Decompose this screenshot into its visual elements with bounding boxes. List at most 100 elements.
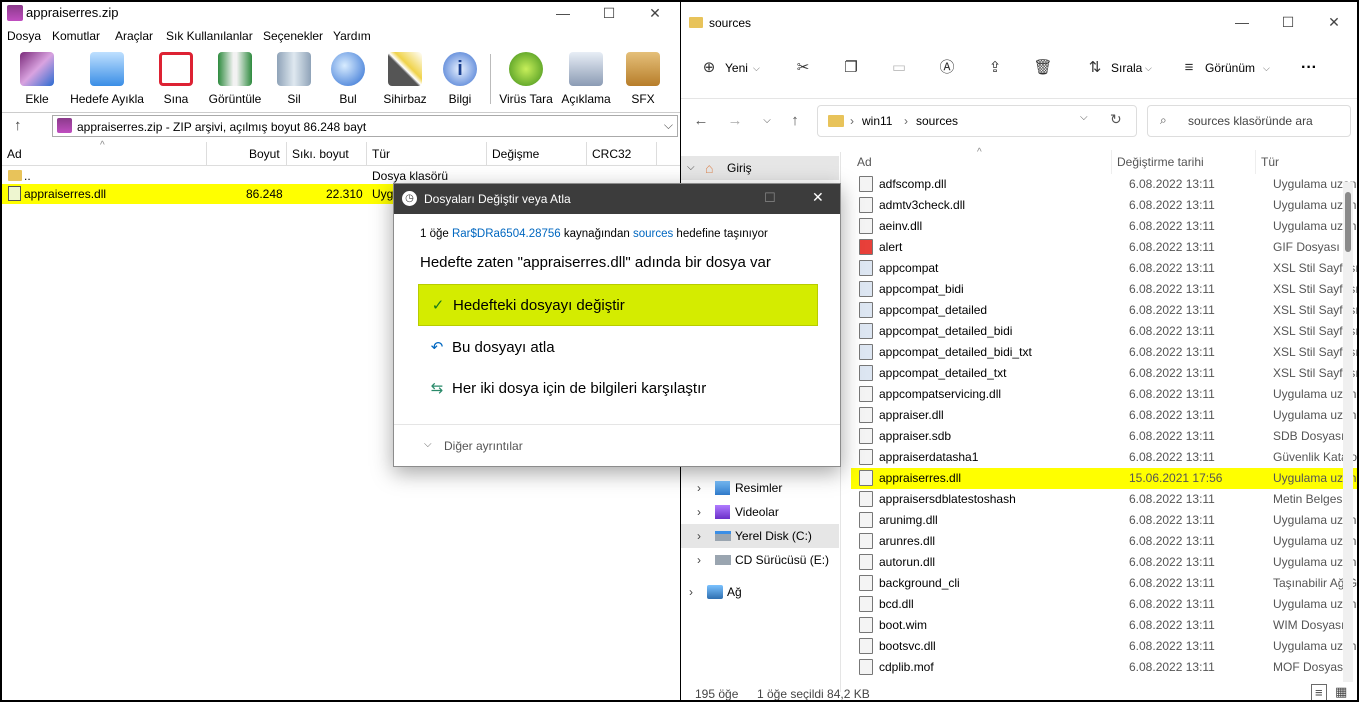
skip-option-button[interactable]: ↶ Bu dosyayı atla (418, 327, 818, 369)
more-details-toggle[interactable]: ⌵ Diğer ayrıntılar (394, 424, 840, 466)
col-crc[interactable]: CRC32 (592, 147, 631, 161)
search-box[interactable]: ⌕ sources klasöründe ara (1147, 105, 1351, 137)
col-size[interactable]: Boyut (249, 147, 280, 161)
search-input[interactable]: sources klasöründe ara (1188, 114, 1313, 128)
col-name[interactable]: Ad (857, 155, 872, 169)
close-button[interactable]: ✕ (1311, 11, 1357, 33)
details-view-icon[interactable]: ≡ (1311, 684, 1327, 700)
maximize-button[interactable]: ☐ (764, 190, 776, 206)
recent-chevron-icon[interactable]: ⌵ (757, 111, 777, 131)
table-row[interactable]: arunres.dll 6.08.2022 13:11 Uygulama uzan (851, 531, 1357, 552)
close-button[interactable]: ✕ (812, 189, 824, 206)
nav-videos[interactable]: › Videolar (681, 500, 839, 524)
up-arrow-icon[interactable]: ↑ (14, 117, 22, 134)
minimize-button[interactable]: — (1219, 11, 1265, 33)
dialog-titlebar[interactable]: ◷ Dosyaları Değiştir veya Atla ☐ ✕ (394, 184, 840, 214)
plus-circle-icon[interactable]: ⊕ (699, 58, 719, 78)
more-options-button[interactable]: ··· (1301, 56, 1317, 80)
menu-sik-kullanilanlar[interactable]: Sık Kullanılanlar (166, 29, 253, 43)
refresh-icon[interactable]: ↻ (1110, 111, 1122, 128)
table-row[interactable]: appraiser.dll 6.08.2022 13:11 Uygulama uza… (851, 405, 1357, 426)
menu-yardim[interactable]: Yardım (333, 29, 371, 43)
table-row[interactable]: cdplib.mof 6.08.2022 13:11 MOF Dosyası (851, 657, 1357, 678)
destination-link[interactable]: sources (633, 228, 673, 240)
table-row[interactable]: bcd.dll 6.08.2022 13:11 Uygulama uzan (851, 594, 1357, 615)
delete-button[interactable]: Sil (270, 48, 318, 110)
view-icon[interactable]: ≡ (1179, 58, 1199, 78)
chevron-down-icon[interactable]: ⌵ (1080, 112, 1088, 123)
table-row[interactable]: arunimg.dll 6.08.2022 13:11 Uygulama uzan (851, 510, 1357, 531)
table-row[interactable]: autorun.dll 6.08.2022 13:11 Uygulama uzan (851, 552, 1357, 573)
table-row[interactable]: boot.wim 6.08.2022 13:11 WIM Dosyası (851, 615, 1357, 636)
view-button[interactable]: Görüntüle (204, 48, 266, 110)
share-icon[interactable]: ⇪ (985, 58, 1005, 78)
table-row[interactable]: alert 6.08.2022 13:11 GIF Dosyası (851, 237, 1357, 258)
col-modified[interactable]: Değiştirme tarihi (1117, 155, 1204, 169)
add-button[interactable]: Ekle (12, 48, 62, 110)
table-row[interactable]: background_cli 6.08.2022 13:11 Taşınabilir… (851, 573, 1357, 594)
menu-dosya[interactable]: Dosya (7, 29, 41, 43)
col-packed[interactable]: Sıkı. boyut (292, 147, 349, 161)
menu-komutlar[interactable]: Komutlar (52, 29, 100, 43)
col-modified[interactable]: Değişme (492, 147, 539, 161)
breadcrumb[interactable]: › win11 › sources ⌵ ↻ (817, 105, 1137, 137)
paste-icon[interactable]: ▭ (889, 58, 909, 78)
test-button[interactable]: Sına (152, 48, 200, 110)
extract-to-button[interactable]: Hedefe Ayıkla (66, 48, 148, 110)
menu-secenekler[interactable]: Seçenekler (263, 29, 323, 43)
table-row[interactable]: appcompat_detailed_bidi_txt 6.08.2022 13:… (851, 342, 1357, 363)
table-row[interactable]: bootsvc.dll 6.08.2022 13:11 Uygulama uzan (851, 636, 1357, 657)
view-button[interactable]: Görünüm (1205, 56, 1255, 80)
up-arrow-icon[interactable]: ↑ (785, 111, 805, 131)
rename-icon[interactable]: Ⓐ (937, 58, 957, 78)
menu-araclar[interactable]: Araçlar (115, 29, 153, 43)
copy-icon[interactable]: ❐ (841, 58, 861, 78)
breadcrumb-win11[interactable]: win11 (862, 114, 892, 128)
nav-local-disk[interactable]: › Yerel Disk (C:) (681, 524, 839, 548)
table-row[interactable]: appraiser.sdb 6.08.2022 13:11 SDB Dosyası (851, 426, 1357, 447)
archive-path-field[interactable]: appraiserres.zip - ZIP arşivi, açılmış b… (52, 115, 678, 137)
sort-icon[interactable]: ⇅ (1085, 58, 1105, 78)
winrar-titlebar[interactable]: appraiserres.zip — ☐ ✕ (2, 2, 680, 24)
virus-scan-button[interactable]: Virüs Tara (496, 48, 556, 110)
table-row[interactable]: appcompat 6.08.2022 13:11 XSL Stil Sayfası (851, 258, 1357, 279)
cut-icon[interactable]: ✂ (793, 58, 813, 78)
minimize-button[interactable]: — (540, 2, 586, 24)
close-button[interactable]: ✕ (632, 2, 678, 24)
chevron-down-icon[interactable]: ⌵ (664, 118, 673, 133)
tiles-view-icon[interactable]: ▦ (1335, 684, 1347, 700)
nav-network[interactable]: › Ağ (681, 580, 839, 604)
breadcrumb-sources[interactable]: sources (916, 114, 958, 128)
table-row[interactable]: appraiserres.dll 86.248 22.310 Uyg (2, 184, 396, 204)
table-row[interactable]: appcompat_detailed_txt 6.08.2022 13:11 XSL… (851, 363, 1357, 384)
table-row[interactable]: appcompat_bidi 6.08.2022 13:11 XSL Stil Sa… (851, 279, 1357, 300)
table-row[interactable]: adfscomp.dll 6.08.2022 13:11 Uygulama uzan (851, 174, 1357, 195)
compare-option-button[interactable]: ⇆ Her iki dosya için de bilgileri karşıl… (418, 368, 818, 410)
info-button[interactable]: i Bilgi (436, 48, 484, 110)
maximize-button[interactable]: ☐ (586, 2, 632, 24)
vertical-scrollbar[interactable] (1343, 182, 1353, 682)
sort-button[interactable]: Sırala (1111, 56, 1142, 80)
replace-option-button[interactable]: ✓ Hedefteki dosyayı değiştir (418, 284, 818, 326)
scrollbar-thumb[interactable] (1345, 192, 1351, 252)
forward-arrow-icon[interactable]: → (725, 111, 745, 131)
explorer-titlebar[interactable]: sources — ☐ ✕ (681, 2, 1357, 42)
col-type[interactable]: Tür (1261, 155, 1279, 169)
table-row[interactable]: aeinv.dll 6.08.2022 13:11 Uygulama uzan (851, 216, 1357, 237)
table-row[interactable]: appcompatservicing.dll 6.08.2022 13:11 Uyg… (851, 384, 1357, 405)
sfx-button[interactable]: SFX (618, 48, 668, 110)
table-row[interactable]: appcompat_detailed 6.08.2022 13:11 XSL Sti… (851, 300, 1357, 321)
nav-home[interactable]: ⌵ ⌂ Giriş (681, 156, 839, 180)
source-link[interactable]: Rar$DRa6504.28756 (452, 228, 561, 240)
maximize-button[interactable]: ☐ (1265, 11, 1311, 33)
back-arrow-icon[interactable]: ← (691, 111, 711, 131)
delete-icon[interactable]: 🗑 (1033, 58, 1053, 78)
table-row[interactable]: appraiserres.dll 15.06.2021 17:56 Uygulama… (851, 468, 1357, 489)
table-row[interactable]: appraisersdblatestoshash 6.08.2022 13:11 M… (851, 489, 1357, 510)
find-button[interactable]: Bul (324, 48, 372, 110)
col-name[interactable]: Ad (7, 147, 22, 161)
nav-pictures[interactable]: › Resimler (681, 476, 839, 500)
nav-cd-drive[interactable]: › CD Sürücüsü (E:) (681, 548, 839, 572)
comment-button[interactable]: Açıklama (558, 48, 614, 110)
col-type[interactable]: Tür (372, 147, 390, 161)
